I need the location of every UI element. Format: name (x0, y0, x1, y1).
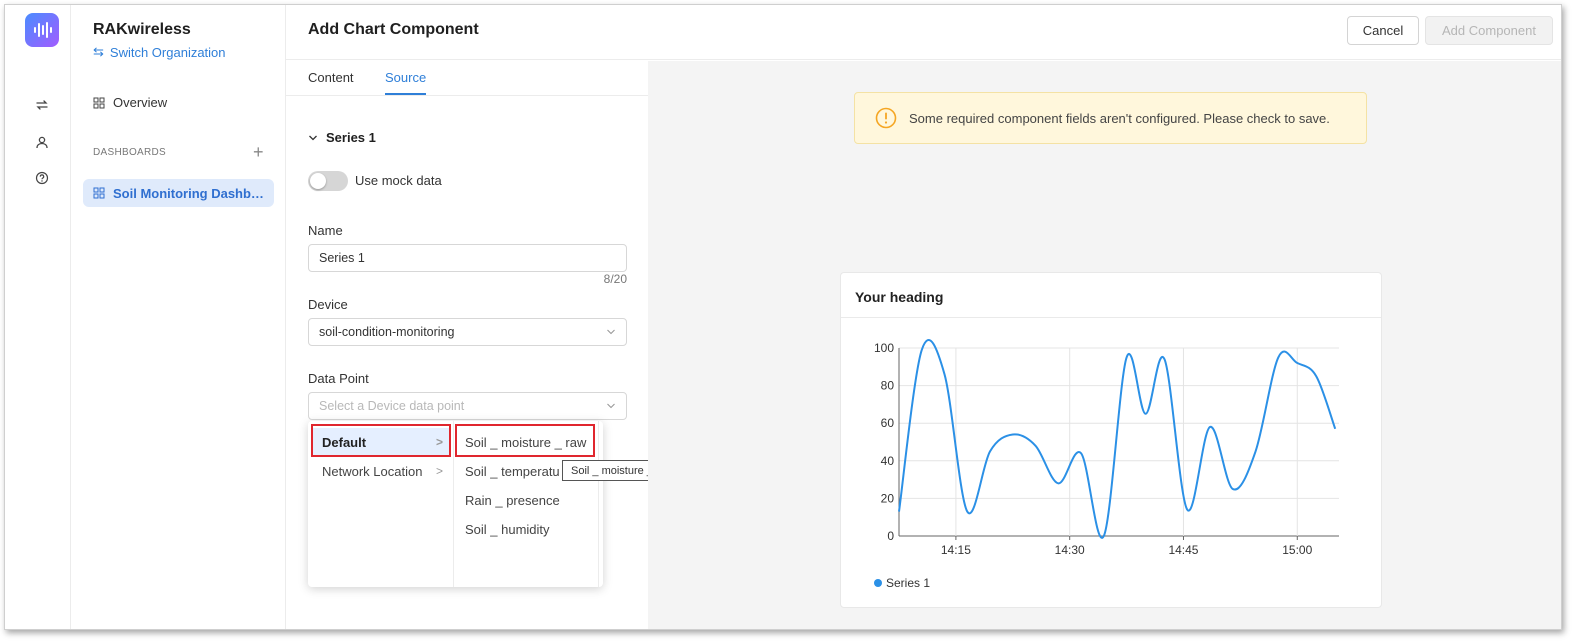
series-line (898, 339, 1337, 539)
group-network-location-label: Network Location (322, 464, 423, 479)
series-title: Series 1 (326, 130, 376, 145)
option-label: Soil _ moisture _ raw (465, 435, 587, 450)
icon-rail (5, 5, 71, 629)
group-default-label: Default (322, 435, 367, 450)
nav-item-overview[interactable]: Overview (93, 95, 167, 110)
dashboard-item-label: Soil Monitoring Dashb… (113, 185, 264, 201)
chevron-down-icon (309, 135, 317, 140)
switch-organization-link[interactable]: ⇆ Switch Organization (93, 44, 226, 60)
y-tick-label: 60 (881, 416, 895, 430)
option-soil-humidity[interactable]: Soil _ humidity (454, 515, 597, 544)
add-dashboard-icon[interactable]: + (253, 143, 264, 161)
data-point-label: Data Point (308, 371, 369, 386)
mock-data-toggle[interactable] (308, 171, 348, 191)
user-icon[interactable] (31, 131, 53, 153)
name-input[interactable]: Series 1 (308, 244, 627, 272)
legend-label: Series 1 (886, 576, 930, 590)
grid-icon (93, 97, 105, 108)
y-tick-label: 0 (887, 529, 894, 543)
dashboard-item[interactable]: Soil Monitoring Dashb… (83, 179, 274, 207)
line-chart: 0 20 40 60 80 100 14:15 14:30 14:45 15:00 Series 1 (874, 339, 1339, 590)
option-label: Soil _ temperatu (465, 464, 560, 479)
device-select[interactable]: soil-condition-monitoring (308, 318, 627, 346)
page-title: Add Chart Component (308, 21, 479, 38)
app-window: RAKwireless ⇆ Switch Organization Overvi… (4, 4, 1562, 630)
mock-data-label: Use mock data (355, 173, 442, 188)
warning-alert: Some required component fields aren't co… (854, 92, 1367, 144)
org-name: RAKwireless (93, 21, 191, 38)
name-label: Name (308, 223, 343, 238)
chevron-right-icon: > (435, 464, 443, 478)
y-tick-label: 80 (881, 379, 895, 393)
app-logo[interactable] (25, 13, 59, 47)
side-nav: RAKwireless ⇆ Switch Organization Overvi… (71, 5, 286, 629)
chevron-down-icon (607, 403, 615, 409)
y-tick-label: 40 (881, 454, 895, 468)
group-default[interactable]: Default > (312, 428, 449, 457)
x-tick-label: 15:00 (1282, 543, 1312, 557)
page-header: Add Chart Component Cancel Add Component (286, 5, 1561, 60)
y-tick-label: 100 (874, 341, 894, 355)
x-tick-label: 14:30 (1055, 543, 1085, 557)
option-soil-moisture-raw[interactable]: Soil _ moisture _ raw (454, 428, 597, 457)
option-rain-presence[interactable]: Rain _ presence (454, 486, 597, 515)
cancel-button[interactable]: Cancel (1347, 16, 1419, 45)
grid-icon (93, 187, 105, 199)
chart-heading: Your heading (855, 289, 944, 305)
x-tick-label: 14:45 (1168, 543, 1198, 557)
series-collapse-header[interactable]: Series 1 (308, 130, 376, 145)
chevron-right-icon: > (435, 435, 443, 449)
logo-icon (34, 22, 52, 38)
preview-area: Some required component fields aren't co… (648, 61, 1561, 629)
y-tick-label: 20 (881, 491, 895, 505)
device-label: Device (308, 297, 348, 312)
name-input-value: Series 1 (319, 251, 365, 265)
switch-icon: ⇆ (93, 44, 104, 59)
chart-card: Your heading 0 20 40 60 80 100 14:15 14:30 14:45… (840, 272, 1382, 608)
tab-content[interactable]: Content (308, 70, 354, 93)
warning-alert-text: Some required component fields aren't co… (909, 110, 1330, 126)
data-point-placeholder: Select a Device data point (319, 399, 465, 413)
column-divider (598, 421, 599, 587)
name-char-counter: 8/20 (603, 272, 627, 286)
tab-source[interactable]: Source (385, 70, 427, 95)
dashboards-section-label: DASHBOARDS (93, 147, 167, 158)
x-tick-label: 14:15 (941, 543, 971, 557)
add-component-button[interactable]: Add Component (1425, 16, 1553, 45)
tab-bar: Content Source (286, 61, 648, 96)
warning-circle-icon (875, 107, 897, 129)
option-label: Rain _ presence (465, 493, 560, 508)
option-label: Soil _ humidity (465, 522, 550, 537)
nav-item-overview-label: Overview (113, 95, 168, 110)
device-select-value: soil-condition-monitoring (319, 325, 455, 339)
chevron-down-icon (607, 329, 615, 335)
swap-icon[interactable] (31, 94, 53, 116)
legend-marker (874, 579, 882, 587)
group-network-location[interactable]: Network Location > (312, 457, 449, 486)
data-point-select[interactable]: Select a Device data point (308, 392, 627, 420)
form-panel: Content Source Series 1 Use mock data Na… (286, 61, 683, 629)
help-icon[interactable] (31, 167, 53, 189)
switch-organization-label: Switch Organization (109, 44, 226, 60)
data-point-dropdown: Default > Network Location > Soil _ mois… (308, 421, 603, 587)
